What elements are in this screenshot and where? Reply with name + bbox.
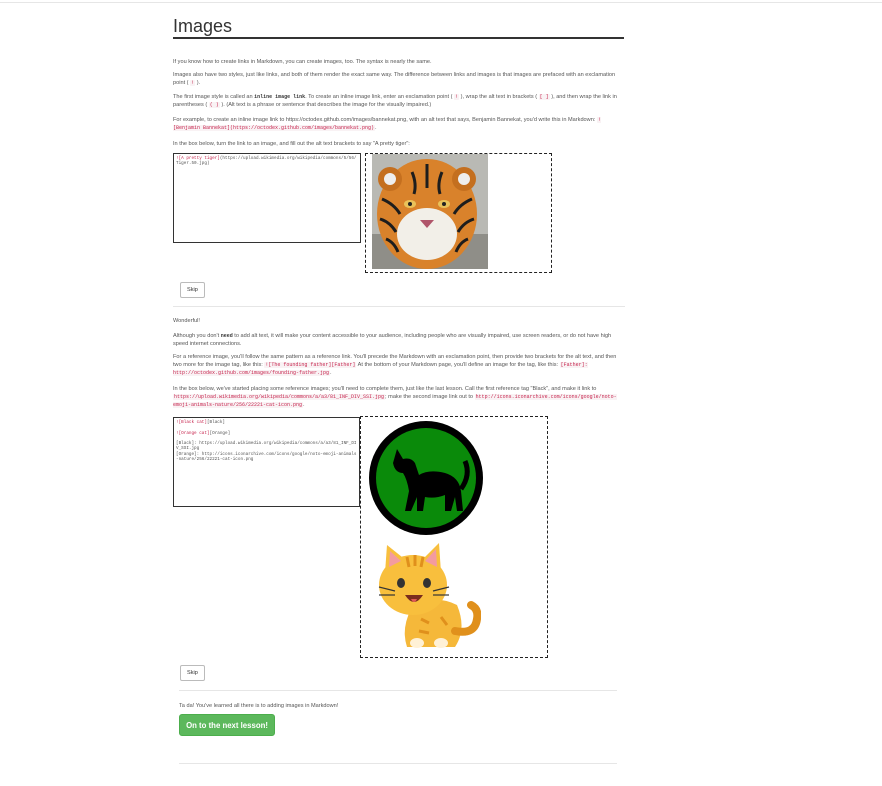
intro-paragraph-4: For example, to create an inline image l…: [173, 117, 601, 132]
section2-paragraph-2: For a reference image, you'll follow the…: [173, 354, 617, 377]
preview-pane-2: [360, 416, 548, 658]
section-divider-2: [179, 690, 617, 691]
markdown-editor-1[interactable]: ![A pretty tiger](https://upload.wikimed…: [173, 153, 361, 243]
next-lesson-button[interactable]: On to the next lesson!: [179, 714, 275, 736]
intro-paragraph-3: The first image style is called an inlin…: [173, 94, 617, 109]
page-title: Images: [173, 16, 233, 36]
skip-button-1[interactable]: Skip: [180, 282, 205, 298]
skip-button-2[interactable]: Skip: [180, 665, 205, 681]
intro-paragraph-5: In the box below, turn the link to an im…: [173, 141, 410, 147]
tiger-photo-icon: [372, 154, 488, 269]
markdown-editor-2[interactable]: ![Black cat][Black] ![Orange cat][Orange…: [173, 417, 360, 507]
orange-cat-emoji-icon: [378, 543, 481, 648]
top-border: [0, 2, 882, 3]
section-divider-3: [179, 763, 617, 764]
section2-paragraph-3: In the box below, we've started placing …: [173, 386, 617, 409]
wonderful-text: Wonderful!: [173, 318, 200, 324]
section2-paragraph-1: Although you don't need to add alt text,…: [173, 333, 612, 348]
intro-paragraph-1: If you know how to create links in Markd…: [173, 59, 432, 65]
finish-text: Ta da! You've learned all there is to ad…: [179, 703, 339, 709]
title-rule: [173, 37, 624, 39]
black-cat-insignia-icon: [369, 421, 483, 535]
intro-paragraph-2: Images also have two styles, just like l…: [173, 72, 616, 87]
preview-pane-1: [365, 153, 552, 273]
section-divider-1: [173, 306, 625, 307]
